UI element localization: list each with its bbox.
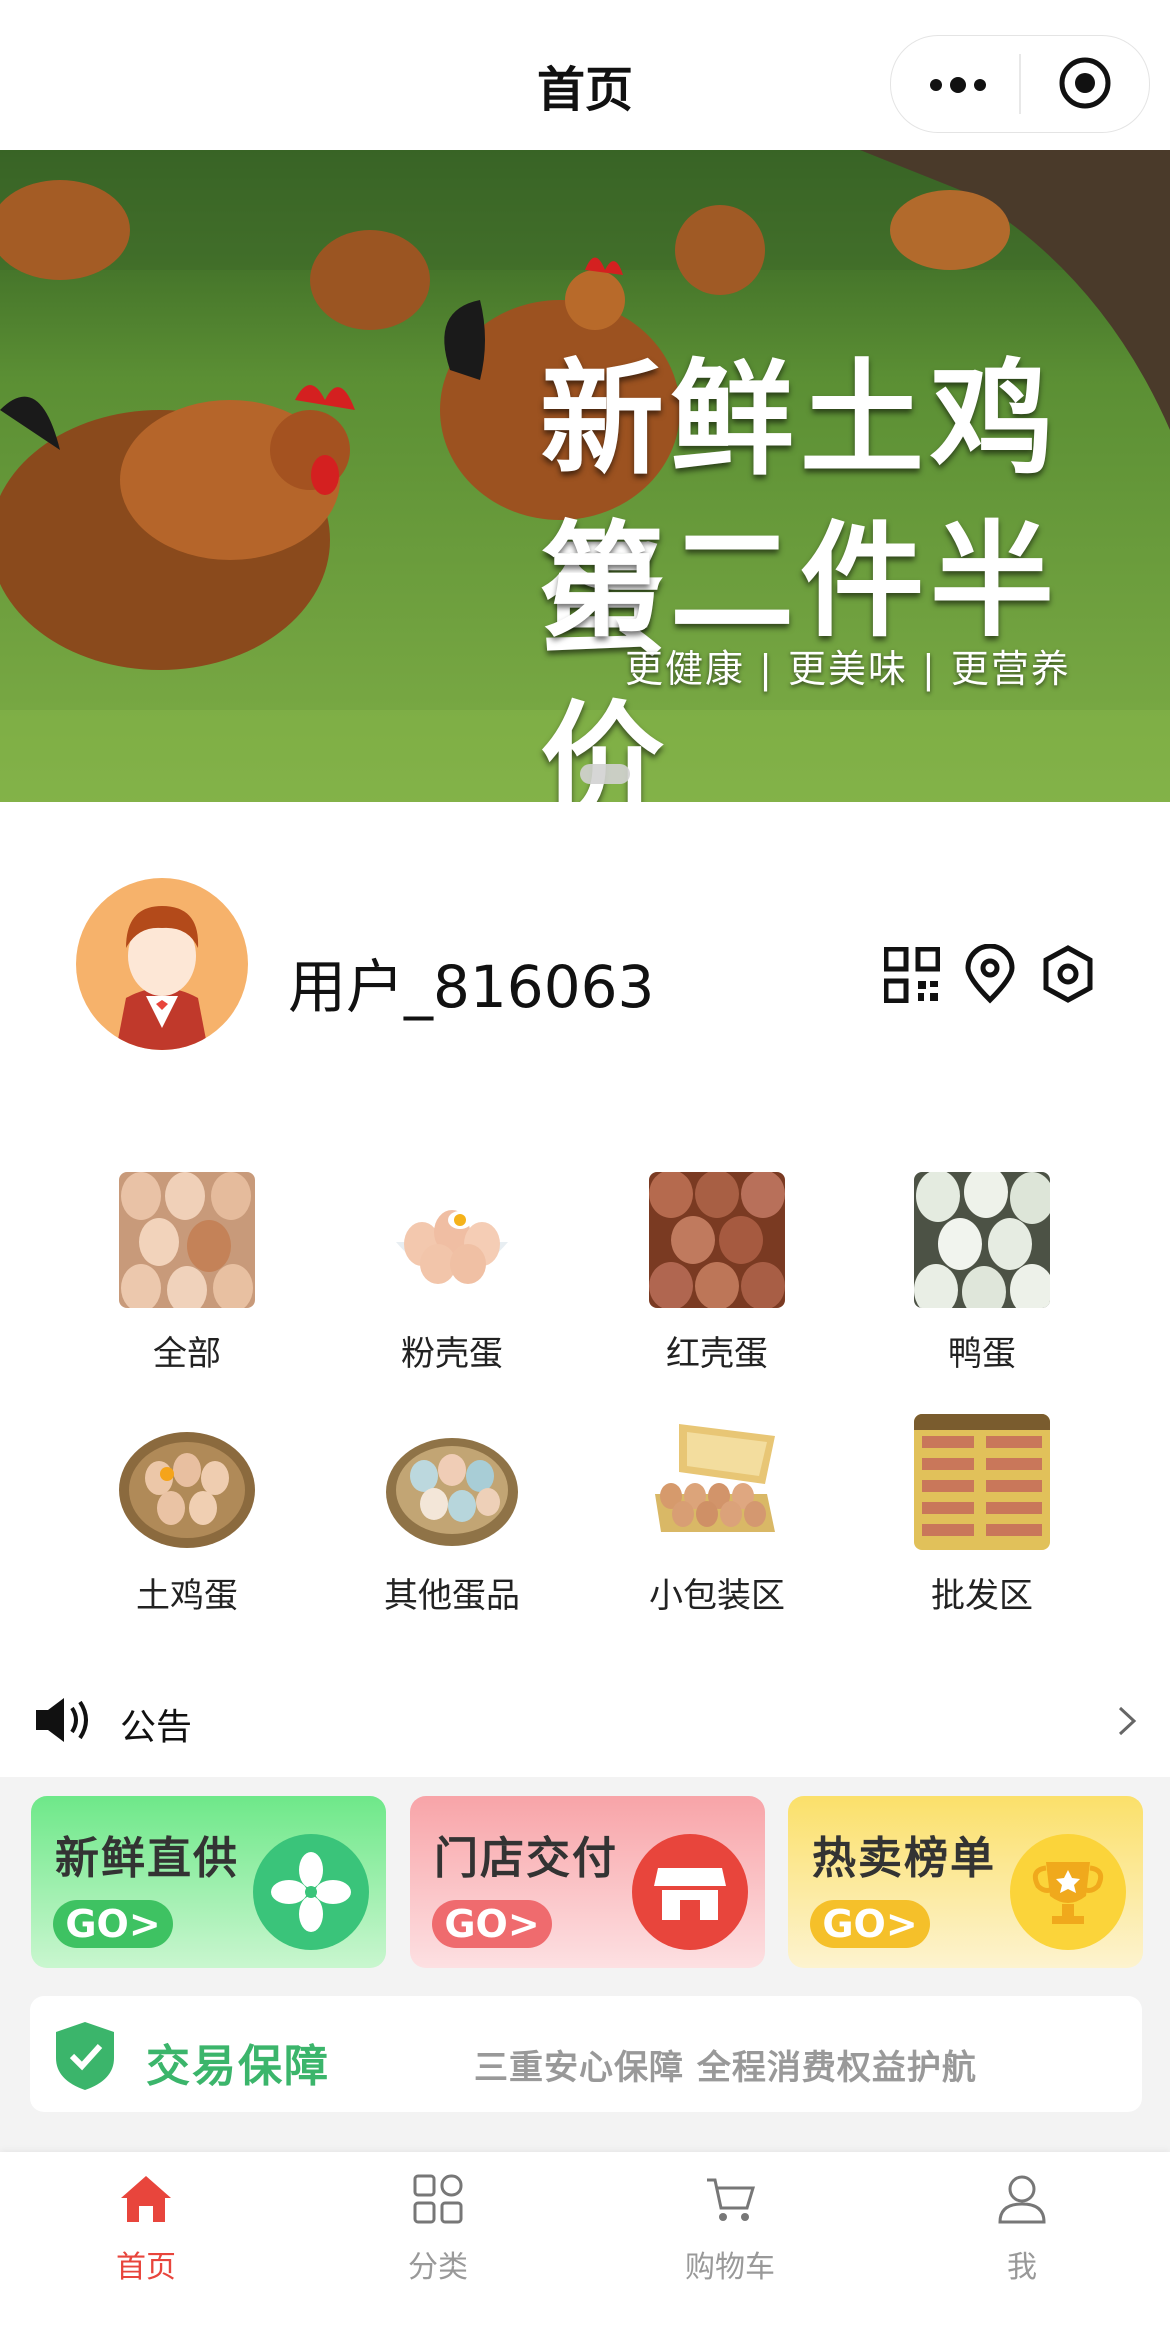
category-item-red-egg[interactable]: 红壳蛋 [617, 1172, 817, 1375]
location-icon[interactable] [962, 944, 1018, 1004]
tab-category[interactable]: 分类 [338, 2172, 538, 2286]
category-thumb [384, 1172, 520, 1308]
category-item-pink-egg[interactable]: 粉壳蛋 [352, 1172, 552, 1375]
go-button[interactable]: GO> [53, 1900, 173, 1948]
home-icon [121, 2176, 171, 2222]
category-thumb [384, 1414, 520, 1550]
carousel-indicator[interactable] [580, 764, 630, 784]
clover-icon [253, 1834, 369, 1950]
category-label: 批发区 [931, 1576, 1033, 1616]
more-icon[interactable] [928, 73, 988, 97]
promo-card-store[interactable]: 门店交付 GO> [410, 1796, 765, 1968]
qrcode-icon[interactable] [884, 947, 940, 1003]
category-label: 红壳蛋 [666, 1334, 768, 1374]
category-item-small-pack[interactable]: 小包装区 [617, 1414, 817, 1617]
promo-title: 热卖榜单 [812, 1833, 996, 1884]
category-label: 全部 [153, 1334, 221, 1374]
username: 用户_816063 [288, 953, 655, 1021]
avatar[interactable] [76, 878, 248, 1050]
trophy-icon [1010, 1834, 1126, 1950]
category-thumb [119, 1414, 255, 1550]
guarantee-desc: 三重安心保障 全程消费权益护航 [474, 2048, 977, 2088]
speaker-icon [36, 1698, 88, 1742]
promo-card-fresh[interactable]: 新鲜直供 GO> [31, 1796, 386, 1968]
category-label: 粉壳蛋 [401, 1334, 503, 1374]
tab-label: 购物车 [685, 2250, 775, 2285]
tab-label: 分类 [408, 2250, 468, 2285]
category-item-native-egg[interactable]: 土鸡蛋 [87, 1414, 287, 1617]
shield-icon [56, 2022, 114, 2090]
category-item-all[interactable]: 全部 [87, 1172, 287, 1375]
category-item-wholesale[interactable]: 批发区 [882, 1414, 1082, 1617]
go-button[interactable]: GO> [810, 1900, 930, 1948]
category-thumb [649, 1172, 785, 1308]
category-thumb [649, 1414, 785, 1550]
go-button[interactable]: GO> [432, 1900, 552, 1948]
category-label: 鸭蛋 [948, 1334, 1016, 1374]
store-icon [632, 1834, 748, 1950]
cart-icon [707, 2178, 756, 2221]
category-thumb [914, 1172, 1050, 1308]
category-label: 土鸡蛋 [136, 1576, 238, 1616]
guarantee-title: 交易保障 [146, 2041, 330, 2092]
user-icon [998, 2175, 1046, 2224]
promo-card-hot[interactable]: 热卖榜单 GO> [788, 1796, 1143, 1968]
category-label: 小包装区 [649, 1576, 785, 1616]
category-label: 其他蛋品 [384, 1576, 520, 1616]
category-item-duck-egg[interactable]: 鸭蛋 [882, 1172, 1082, 1375]
promo-title: 门店交付 [434, 1833, 618, 1884]
close-miniprogram-icon[interactable] [1058, 56, 1112, 110]
category-thumb [119, 1172, 255, 1308]
category-thumb [914, 1414, 1050, 1550]
promo-title: 新鲜直供 [55, 1833, 239, 1884]
category-icon [413, 2174, 463, 2224]
chevron-right-icon[interactable] [1116, 1704, 1138, 1738]
notice-label[interactable]: 公告 [120, 1698, 192, 1750]
banner-subtitle: 更健康 | 更美味 | 更营养 [625, 647, 1071, 691]
tab-label: 我 [1007, 2250, 1037, 2285]
tab-home[interactable]: 首页 [46, 2172, 246, 2286]
tab-cart[interactable]: 购物车 [630, 2172, 830, 2286]
tab-me[interactable]: 我 [922, 2172, 1122, 2286]
category-item-other-eggs[interactable]: 其他蛋品 [352, 1414, 552, 1617]
avatar-illustration [116, 906, 208, 1050]
settings-icon[interactable] [1040, 944, 1096, 1004]
tab-label: 首页 [116, 2250, 176, 2285]
